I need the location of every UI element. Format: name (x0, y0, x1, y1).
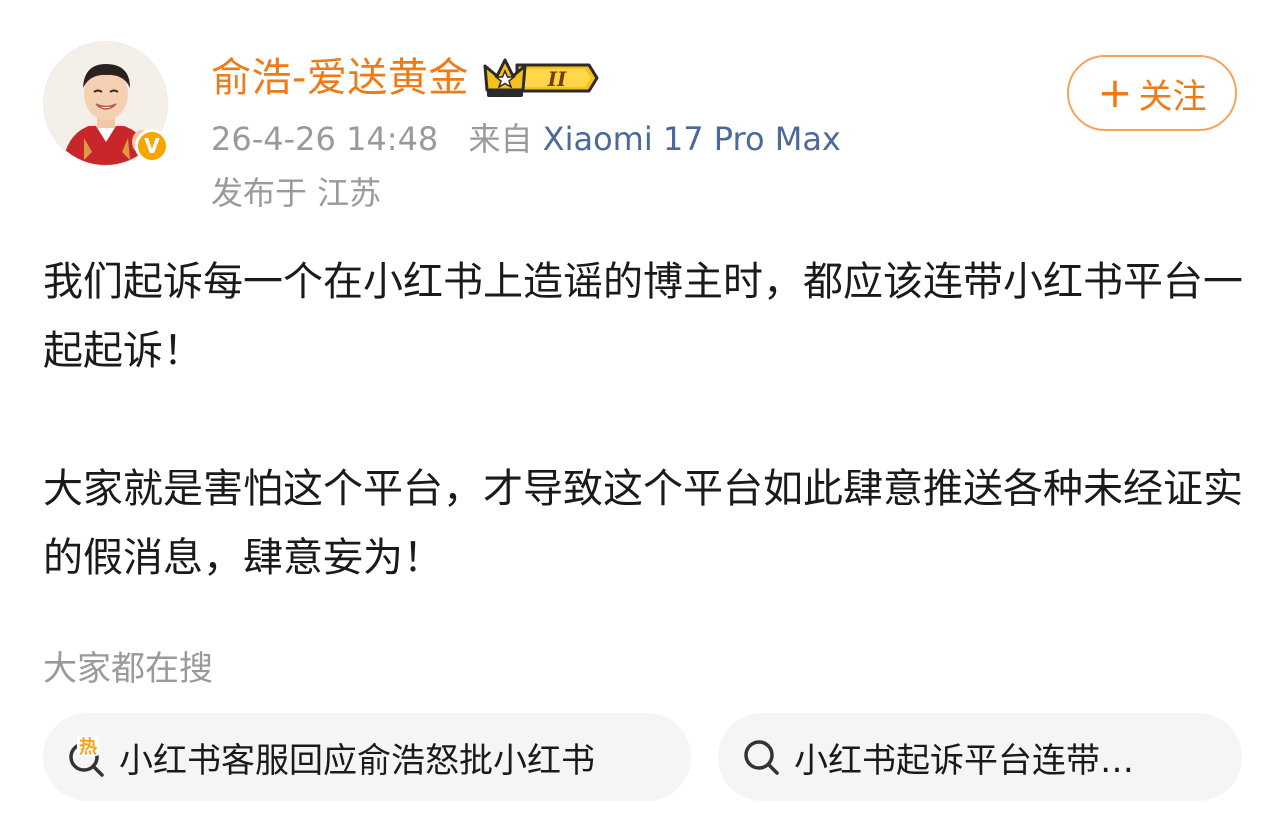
post-device[interactable]: Xiaomi 17 Pro Max (543, 120, 841, 158)
trending-search-chip-2[interactable]: 小红书起诉平台连带… (718, 713, 1242, 801)
trending-search-title: 大家都在搜 (43, 649, 213, 689)
trending-search-chip-1[interactable]: 热 小红书客服回应俞浩怒批小红书 (43, 713, 691, 801)
search-icon (740, 735, 784, 779)
level-badge-text: II (547, 67, 567, 91)
plus-icon: + (1097, 68, 1133, 117)
author-name-row: 俞浩-爱送黄金 II (211, 50, 599, 106)
post-body: 我们起诉每一个在小红书上造谣的博主时，都应该连带小红书平台一起起诉！ 大家就是害… (43, 248, 1243, 593)
follow-label: 关注 (1138, 76, 1207, 117)
post-paragraph-2: 大家就是害怕这个平台，才导致这个平台如此肆意推送各种未经证实的假消息，肆意妄为！ (43, 466, 1243, 581)
trending-search-label: 小红书起诉平台连带… (794, 740, 1134, 781)
author-avatar[interactable]: V (43, 41, 169, 166)
post-paragraph-1: 我们起诉每一个在小红书上造谣的博主时，都应该连带小红书平台一起起诉！ (43, 259, 1243, 374)
verified-icon: V (135, 129, 169, 163)
source-prefix: 来自 (468, 120, 533, 158)
hot-label: 热 (79, 736, 97, 758)
hot-search-icon: 热 (65, 735, 109, 779)
post-timestamp: 26-4-26 14:48 (211, 120, 439, 158)
author-name[interactable]: 俞浩-爱送黄金 (211, 50, 469, 106)
post-location: 发布于 江苏 (211, 174, 382, 212)
crown-level-badge-icon[interactable]: II (483, 56, 599, 100)
trending-search-label: 小红书客服回应俞浩怒批小红书 (119, 740, 595, 781)
post-meta: 26-4-26 14:48 来自 Xiaomi 17 Pro Max (211, 118, 841, 160)
follow-button[interactable]: + 关注 (1067, 55, 1237, 131)
